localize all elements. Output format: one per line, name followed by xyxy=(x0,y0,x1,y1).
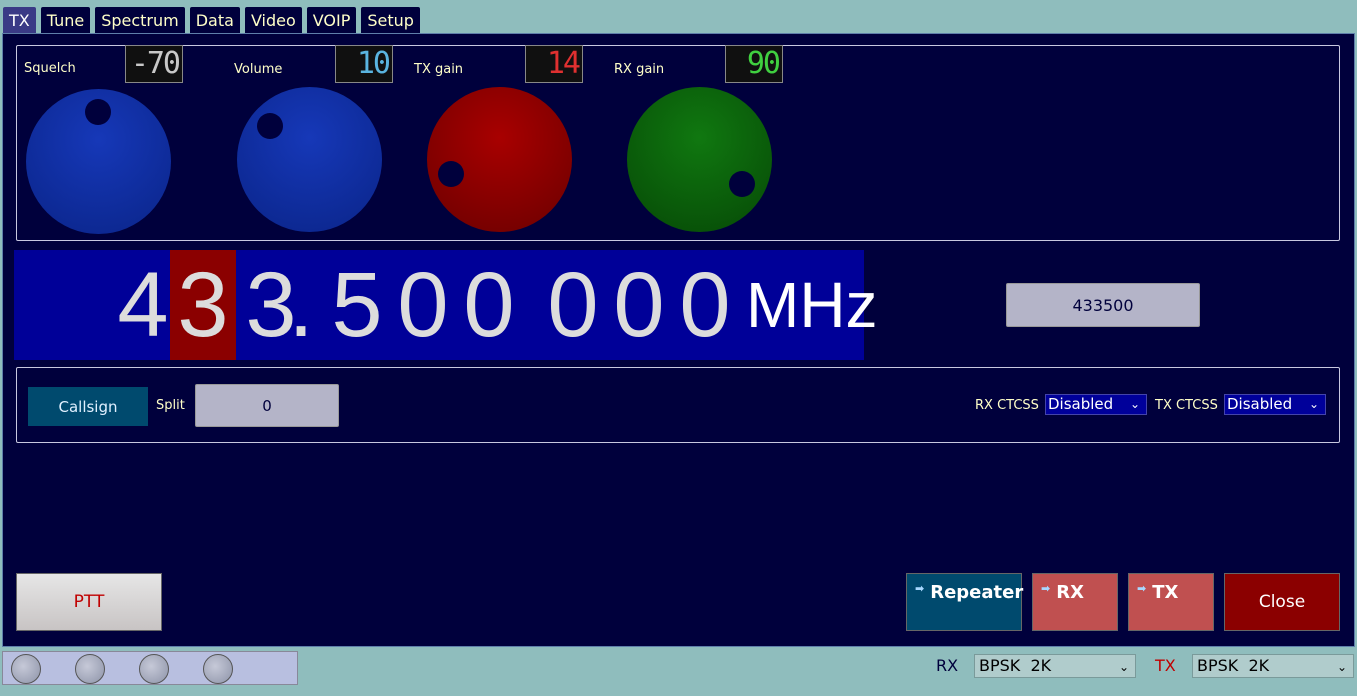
tx-button[interactable]: ➡ TX xyxy=(1128,573,1214,631)
tab-data[interactable]: Data xyxy=(188,6,241,33)
rx-gain-lcd: 90 xyxy=(725,45,783,83)
arrow-right-icon: ➡ xyxy=(1041,582,1051,595)
tx-mode-select[interactable]: BPSK 2K ⌄ xyxy=(1192,654,1354,678)
rx-button[interactable]: ➡ RX xyxy=(1032,573,1118,631)
repeater-label: Repeater xyxy=(930,582,1024,603)
split-field[interactable]: 0 xyxy=(195,384,339,427)
knob-indicator-dot xyxy=(729,171,755,197)
tab-voip[interactable]: VOIP xyxy=(305,6,358,33)
callsign-button[interactable]: Callsign xyxy=(28,387,148,426)
chevron-down-icon: ⌄ xyxy=(1129,397,1140,411)
led-indicator xyxy=(139,654,169,684)
chevron-down-icon: ⌄ xyxy=(1308,397,1319,411)
led-indicator xyxy=(11,654,41,684)
split-label: Split xyxy=(156,398,185,413)
arrow-right-icon: ➡ xyxy=(915,582,925,595)
led-indicator xyxy=(203,654,233,684)
repeater-button[interactable]: ➡ Repeater xyxy=(906,573,1024,631)
freq-digit[interactable]: 5 xyxy=(324,250,390,360)
tx-gain-label: TX gain xyxy=(414,62,464,77)
tx-label: TX xyxy=(1152,582,1179,603)
freq-digit[interactable]: 0 xyxy=(390,250,456,360)
tx-ctcss-select[interactable]: Disabled ⌄ xyxy=(1224,394,1326,415)
led-indicator-bar xyxy=(2,651,298,685)
rx-mode-label: RX xyxy=(936,656,959,675)
freq-digit[interactable]: 4 xyxy=(110,250,176,360)
squelch-label: Squelch xyxy=(24,61,76,76)
chevron-down-icon: ⌄ xyxy=(1118,660,1129,674)
tab-bar: TX Tune Spectrum Data Video VOIP Setup xyxy=(2,6,421,33)
rx-label: RX xyxy=(1056,582,1084,603)
tx-ctcss-label: TX CTCSS xyxy=(1155,398,1218,413)
tab-setup[interactable]: Setup xyxy=(360,6,421,33)
tx-mode-value: BPSK 2K xyxy=(1197,656,1270,675)
volume-knob[interactable] xyxy=(237,87,382,232)
knob-indicator-dot xyxy=(257,113,283,139)
app-window: TX Tune Spectrum Data Video VOIP Setup S… xyxy=(0,0,1357,696)
tab-tx[interactable]: TX xyxy=(2,6,37,33)
rx-gain-knob[interactable] xyxy=(627,87,772,232)
tx-mode-label: TX xyxy=(1155,656,1176,675)
freq-digit[interactable]: 0 xyxy=(672,250,738,360)
tx-ctcss-value: Disabled xyxy=(1227,395,1293,413)
freq-digit[interactable]: 0 xyxy=(540,250,606,360)
close-button[interactable]: Close xyxy=(1224,573,1340,631)
volume-label: Volume xyxy=(234,62,283,77)
squelch-lcd: -70 xyxy=(125,45,183,83)
tx-gain-knob[interactable] xyxy=(427,87,572,232)
frequency-display[interactable]: 4 3 3 . 5 0 0 0 0 0 MHz xyxy=(14,250,878,360)
frequency-entry-field[interactable]: 433500 xyxy=(1006,283,1200,327)
led-indicator xyxy=(75,654,105,684)
freq-decimal-point: . xyxy=(288,254,314,356)
volume-lcd: 10 xyxy=(335,45,393,83)
tab-video[interactable]: Video xyxy=(243,6,303,33)
freq-unit: MHz xyxy=(746,269,878,341)
rx-mode-select[interactable]: BPSK 2K ⌄ xyxy=(974,654,1136,678)
rx-ctcss-select[interactable]: Disabled ⌄ xyxy=(1045,394,1147,415)
rx-mode-value: BPSK 2K xyxy=(979,656,1052,675)
rx-ctcss-label: RX CTCSS xyxy=(975,398,1039,413)
knob-indicator-dot xyxy=(438,161,464,187)
tx-gain-lcd: 14 xyxy=(525,45,583,83)
chevron-down-icon: ⌄ xyxy=(1336,660,1347,674)
freq-digit[interactable]: 0 xyxy=(456,250,522,360)
freq-digit[interactable]: 0 xyxy=(606,250,672,360)
rx-ctcss-value: Disabled xyxy=(1048,395,1114,413)
ptt-button[interactable]: PTT xyxy=(16,573,162,631)
arrow-right-icon: ➡ xyxy=(1137,582,1147,595)
tab-spectrum[interactable]: Spectrum xyxy=(94,6,186,33)
tab-tune[interactable]: Tune xyxy=(39,6,92,33)
squelch-knob[interactable] xyxy=(26,89,171,234)
freq-digit-selected[interactable]: 3 xyxy=(170,250,236,360)
knob-indicator-dot xyxy=(85,99,111,125)
rx-gain-label: RX gain xyxy=(614,62,665,77)
